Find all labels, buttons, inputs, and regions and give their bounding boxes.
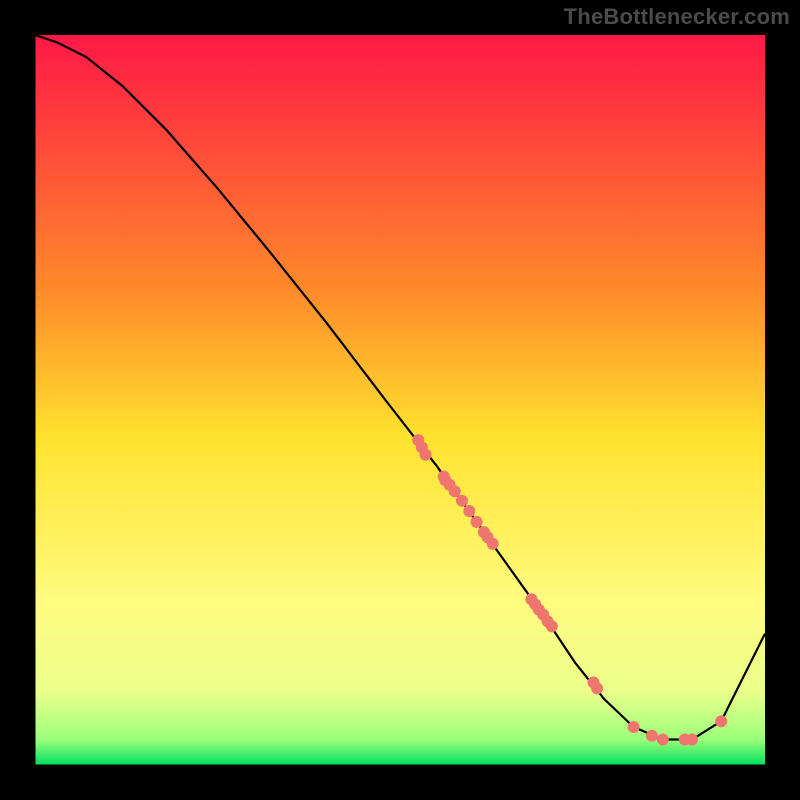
plot-background: [35, 35, 765, 765]
scatter-point: [471, 516, 483, 528]
chart-container: TheBottlenecker.com: [0, 0, 800, 800]
scatter-point: [646, 730, 658, 742]
scatter-point: [449, 485, 461, 497]
scatter-point: [487, 538, 499, 550]
scatter-point: [546, 620, 558, 632]
scatter-point: [463, 505, 475, 517]
scatter-point: [657, 734, 669, 746]
scatter-point: [686, 734, 698, 746]
chart-plot: [35, 35, 765, 765]
watermark-text: TheBottlenecker.com: [564, 4, 790, 30]
scatter-point: [628, 721, 640, 733]
scatter-point: [715, 715, 727, 727]
scatter-point: [420, 449, 432, 461]
scatter-point: [456, 495, 468, 507]
scatter-point: [591, 682, 603, 694]
